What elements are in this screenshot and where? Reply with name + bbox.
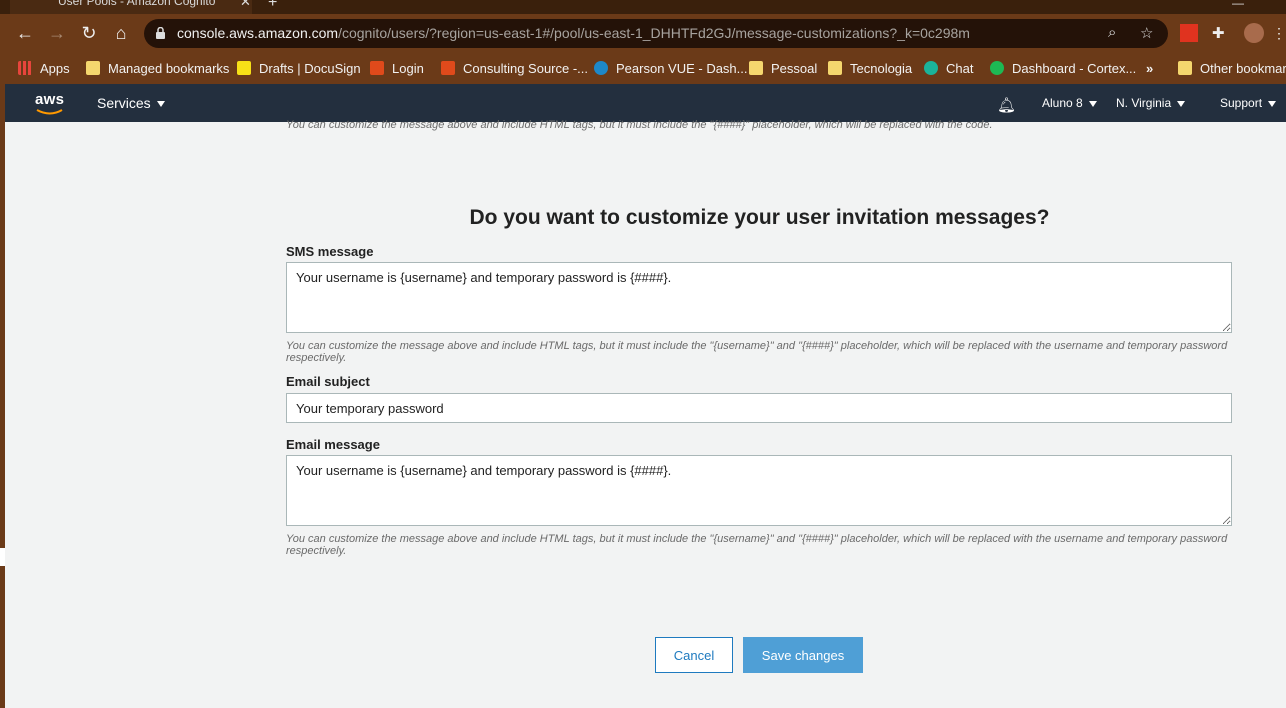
sms-help-text: You can customize the message above and … [286,340,1228,364]
bookmarks-overflow[interactable]: » [1146,58,1153,78]
email-help-text: You can customize the message above and … [286,533,1228,557]
bookmark-chat[interactable]: Chat [924,58,973,78]
tab-strip: User Pools - Amazon Cognito ✕ + — [0,0,1286,14]
search-icon[interactable]: ⌕ [1108,24,1116,41]
bookmark-docusign[interactable]: Drafts | DocuSign [237,58,361,78]
bookmark-pessoal[interactable]: Pessoal [749,58,817,78]
reload-icon[interactable]: ↻ [78,22,100,44]
folder-icon [828,61,842,75]
chevron-down-icon [1177,100,1186,107]
lock-icon [156,27,165,39]
bookmark-cortex[interactable]: Dashboard - Cortex... [990,58,1136,78]
sms-message-field[interactable]: Your username is {username} and temporar… [286,262,1232,333]
minimize-icon[interactable]: — [1232,0,1244,10]
browser-toolbar: ← → ↻ ⌂ console.aws.amazon.com/cognito/u… [0,14,1286,53]
chevron-down-icon [1268,100,1277,107]
folder-icon [749,61,763,75]
cortex-icon [990,61,1004,75]
extension-icon[interactable] [1180,24,1198,42]
save-changes-button[interactable]: Save changes [743,637,863,673]
menu-icon[interactable]: ⋮ [1268,22,1286,44]
bookmark-login[interactable]: Login [370,58,424,78]
chevron-down-icon [156,101,165,108]
email-message-label: Email message [286,437,380,452]
new-tab-button[interactable]: + [268,0,277,12]
bookmarks-bar: Apps Managed bookmarks Drafts | DocuSign… [0,53,1286,84]
region-menu[interactable]: N. Virginia [1116,96,1186,110]
home-icon[interactable]: ⌂ [110,22,132,44]
aws-smile-icon [36,109,63,115]
cancel-button[interactable]: Cancel [655,637,733,673]
services-menu[interactable]: Services [97,95,165,111]
docusign-icon [237,61,251,75]
chevron-down-icon [1088,100,1097,107]
back-icon[interactable]: ← [14,22,36,44]
forward-icon[interactable]: → [46,22,68,44]
aws-logo[interactable]: aws [35,91,64,108]
verification-help-text: You can customize the message above and … [286,119,993,131]
bell-icon[interactable]: 🔔︎ [997,96,1016,114]
aws-nav-bar: aws Services 🔔︎ Aluno 8 N. Virginia Supp… [5,84,1286,122]
bookmark-other[interactable]: Other bookmarks [1178,58,1286,78]
address-bar[interactable]: console.aws.amazon.com/cognito/users/?re… [144,19,1168,48]
bookmark-site-icon [441,61,455,75]
close-icon[interactable]: ✕ [240,0,251,10]
browser-tab[interactable]: User Pools - Amazon Cognito ✕ [10,0,252,14]
star-icon[interactable]: ☆ [1140,24,1153,42]
bookmark-consulting[interactable]: Consulting Source -... [441,58,588,78]
folder-icon [86,61,100,75]
support-menu[interactable]: Support [1220,96,1277,110]
email-subject-label: Email subject [286,374,370,389]
avatar[interactable] [1244,23,1264,43]
bookmark-tecnologia[interactable]: Tecnologia [828,58,912,78]
url-text[interactable]: console.aws.amazon.com/cognito/users/?re… [177,25,970,41]
sms-message-label: SMS message [286,244,374,259]
apps-grid-icon [18,61,32,75]
pearson-icon [594,61,608,75]
puzzle-icon[interactable]: ✚ [1212,24,1230,42]
account-menu[interactable]: Aluno 8 [1042,96,1097,110]
tab-title: User Pools - Amazon Cognito [58,0,216,8]
bookmark-managed[interactable]: Managed bookmarks [86,58,229,78]
bookmark-site-icon [370,61,384,75]
page-title: Do you want to customize your user invit… [469,206,1050,229]
email-subject-field[interactable] [286,393,1232,423]
message-customizations-page: You can customize the message above and … [5,119,1286,708]
email-message-field[interactable]: Your username is {username} and temporar… [286,455,1232,526]
chat-icon [924,61,938,75]
bookmark-pearson[interactable]: Pearson VUE - Dash... [594,58,748,78]
folder-icon [1178,61,1192,75]
bookmark-apps[interactable]: Apps [18,58,70,78]
